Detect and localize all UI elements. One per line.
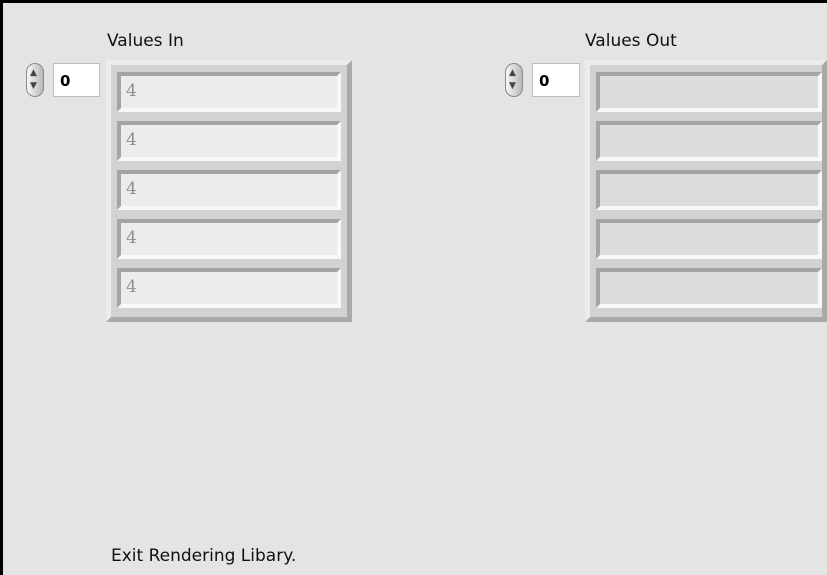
values-out-array xyxy=(585,60,827,322)
down-arrow-icon[interactable]: ▼ xyxy=(30,82,37,91)
values-out-element xyxy=(596,72,822,112)
up-arrow-icon[interactable]: ▲ xyxy=(30,69,37,78)
down-arrow-icon[interactable]: ▼ xyxy=(509,82,516,91)
values-out-element xyxy=(596,121,822,161)
front-panel: Values In ▲ ▼ 0 4 4 4 4 4 Values Out ▲ ▼… xyxy=(0,0,827,575)
values-out-element xyxy=(596,219,822,259)
values-in-element[interactable]: 4 xyxy=(117,219,341,259)
values-out-title: Values Out xyxy=(585,31,677,51)
values-in-index-field[interactable]: 0 xyxy=(53,63,100,97)
values-in-element[interactable]: 4 xyxy=(117,170,341,210)
status-text: Exit Rendering Libary. xyxy=(111,546,297,566)
values-out-element xyxy=(596,170,822,210)
values-in-element[interactable]: 4 xyxy=(117,72,341,112)
up-arrow-icon[interactable]: ▲ xyxy=(509,69,516,78)
values-in-array: 4 4 4 4 4 xyxy=(106,60,352,322)
values-in-element[interactable]: 4 xyxy=(117,121,341,161)
values-out-index-field[interactable]: 0 xyxy=(532,63,580,97)
values-in-element[interactable]: 4 xyxy=(117,268,341,308)
values-in-index-spinner[interactable]: ▲ ▼ xyxy=(26,63,44,97)
values-in-title: Values In xyxy=(107,31,184,51)
values-out-element xyxy=(596,268,822,308)
values-out-index-spinner[interactable]: ▲ ▼ xyxy=(505,63,523,97)
